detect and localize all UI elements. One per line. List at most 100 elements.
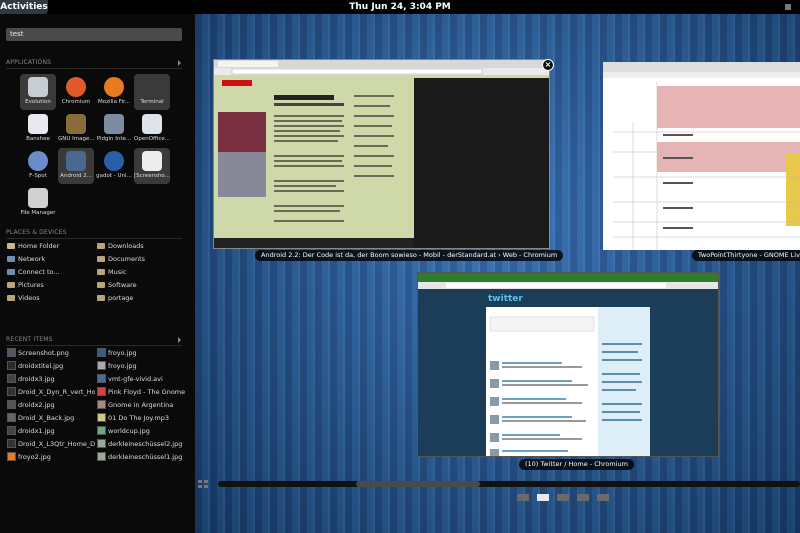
recent-item-label: droidxtitel.jpg — [18, 362, 64, 370]
recent-item[interactable]: Droid_X_Dyn_R_vert_Hom... — [7, 386, 95, 398]
recent-item[interactable]: Droid_X_L3Qtr_Home_Def... — [7, 438, 95, 450]
expand-arrow-icon[interactable] — [178, 60, 181, 66]
place-item[interactable]: Software — [97, 279, 185, 291]
recent-item[interactable]: derkleineschüssel2.jpg — [97, 438, 185, 450]
workspace-1[interactable] — [517, 494, 529, 501]
browser-screenshot: twitter — [418, 273, 718, 456]
app-launcher-12[interactable]: [Screensho... — [134, 148, 170, 184]
recent-item[interactable]: droidx3.jpg — [7, 373, 95, 385]
app-launcher-10[interactable]: Android 2... — [58, 148, 94, 184]
window-caption: Android 2.2: Der Code ist da, der Boom s… — [255, 250, 564, 261]
search-input[interactable]: test — [6, 28, 182, 41]
place-item[interactable]: Documents — [97, 253, 185, 265]
folder-icon — [97, 256, 105, 262]
place-item[interactable]: Network — [7, 253, 95, 265]
recent-item-label: Gnome in Argentina — [108, 401, 174, 409]
network-icon — [7, 269, 15, 275]
recent-item-label: droidx2.jpg — [18, 401, 55, 409]
recent-item[interactable]: worldcup.jpg — [97, 425, 185, 437]
app-icon — [142, 151, 162, 171]
recent-item-label: droidx1.jpg — [18, 427, 55, 435]
app-launcher-13[interactable]: File Manager — [20, 185, 56, 221]
app-launcher-11[interactable]: gadot - Uni... — [96, 148, 132, 184]
file-thumbnail-icon — [7, 400, 16, 409]
clock[interactable]: Thu Jun 24, 3:04 PM — [0, 0, 800, 14]
workspace-scrollbar[interactable] — [218, 481, 800, 487]
workspace-grid-icon[interactable] — [198, 480, 208, 489]
divider — [6, 238, 182, 239]
app-launcher-9[interactable]: F-Spot — [20, 148, 56, 184]
recent-item[interactable]: 01 Do The Joy.mp3 — [97, 412, 185, 424]
recent-section-title: RECENT ITEMS — [6, 336, 53, 343]
recent-item[interactable]: droidx1.jpg — [7, 425, 95, 437]
places-section-title: PLACES & DEVICES — [6, 229, 67, 236]
app-icon — [104, 77, 124, 97]
app-launcher-8[interactable]: OpenOffice... — [134, 111, 170, 147]
app-icon — [28, 188, 48, 208]
recent-item[interactable]: derkleineschüssel1.jpg — [97, 451, 185, 463]
file-thumbnail-icon — [97, 348, 106, 357]
file-thumbnail-icon — [7, 439, 16, 448]
app-launcher-3[interactable]: Mozilla Fir... — [96, 74, 132, 110]
app-launcher-6[interactable]: GNU Image... — [58, 111, 94, 147]
recent-item[interactable]: vmt-gfe-vivid.avi — [97, 373, 185, 385]
app-launcher-1[interactable]: Evolution — [20, 74, 56, 110]
recent-item[interactable]: Pink Floyd - The Gnome — [97, 386, 185, 398]
app-launcher-5[interactable]: Banshee — [20, 111, 56, 147]
folder-icon — [97, 243, 105, 249]
divider — [6, 68, 182, 69]
app-label: Evolution — [25, 99, 51, 105]
recent-item[interactable]: froyo.jpg — [97, 360, 185, 372]
recent-item[interactable]: froyo2.jpg — [7, 451, 95, 463]
place-label: Network — [18, 255, 46, 263]
workspace-2[interactable] — [537, 494, 549, 501]
recent-item-label: droidx3.jpg — [18, 375, 55, 383]
recent-item[interactable]: Screenshot.png — [7, 347, 95, 359]
place-item[interactable]: Music — [97, 266, 185, 278]
recent-item-label: Droid_X_Dyn_R_vert_Hom... — [18, 388, 95, 396]
place-label: Home Folder — [18, 242, 60, 250]
file-thumbnail-icon — [97, 374, 106, 383]
app-launcher-4[interactable]: Terminal — [134, 74, 170, 110]
workspace-3[interactable] — [557, 494, 569, 501]
file-thumbnail-icon — [97, 426, 106, 435]
recent-item[interactable]: froyo.jpg — [97, 347, 185, 359]
file-thumbnail-icon — [97, 387, 106, 396]
app-icon — [66, 114, 86, 134]
window-caption: TwoPointThirtyone - GNOME Live! - Chromi… — [692, 250, 800, 261]
file-thumbnail-icon — [7, 374, 16, 383]
recent-item-label: froyo.jpg — [108, 362, 137, 370]
file-thumbnail-icon — [7, 387, 16, 396]
recent-item[interactable]: droidxtitel.jpg — [7, 360, 95, 372]
place-item[interactable]: Videos — [7, 292, 95, 304]
app-launcher-7[interactable]: Pidgin Inte... — [96, 111, 132, 147]
close-window-button[interactable]: × — [542, 59, 554, 71]
workspace-5[interactable] — [597, 494, 609, 501]
folder-icon — [97, 282, 105, 288]
window-thumbnail-gnome-live[interactable] — [603, 62, 800, 250]
workspace-4[interactable] — [577, 494, 589, 501]
window-thumbnail-derstandard[interactable] — [213, 59, 550, 249]
app-label: [Screensho... — [134, 173, 170, 179]
recent-item-label: Droid_X_L3Qtr_Home_Def... — [18, 440, 95, 448]
place-item[interactable]: Downloads — [97, 240, 185, 252]
place-item[interactable]: portage — [97, 292, 185, 304]
expand-arrow-icon[interactable] — [178, 337, 181, 343]
app-icon — [66, 151, 86, 171]
status-menu-icon[interactable] — [784, 3, 792, 11]
window-thumbnail-twitter[interactable]: twitter — [417, 272, 719, 457]
recent-item[interactable]: droidx2.jpg — [7, 399, 95, 411]
recent-item-label: Screenshot.png — [18, 349, 69, 357]
app-launcher-2[interactable]: Chromium — [58, 74, 94, 110]
place-item[interactable]: Home Folder — [7, 240, 95, 252]
recent-item-label: froyo.jpg — [108, 349, 137, 357]
recent-item[interactable]: Droid_X_Back.jpg — [7, 412, 95, 424]
recent-item[interactable]: Gnome in Argentina — [97, 399, 185, 411]
place-item[interactable]: Pictures — [7, 279, 95, 291]
app-label: Terminal — [140, 99, 164, 105]
folder-icon — [97, 295, 105, 301]
place-label: Software — [108, 281, 137, 289]
place-item[interactable]: Connect to... — [7, 266, 95, 278]
scrollbar-thumb[interactable] — [356, 481, 480, 487]
place-label: portage — [108, 294, 134, 302]
